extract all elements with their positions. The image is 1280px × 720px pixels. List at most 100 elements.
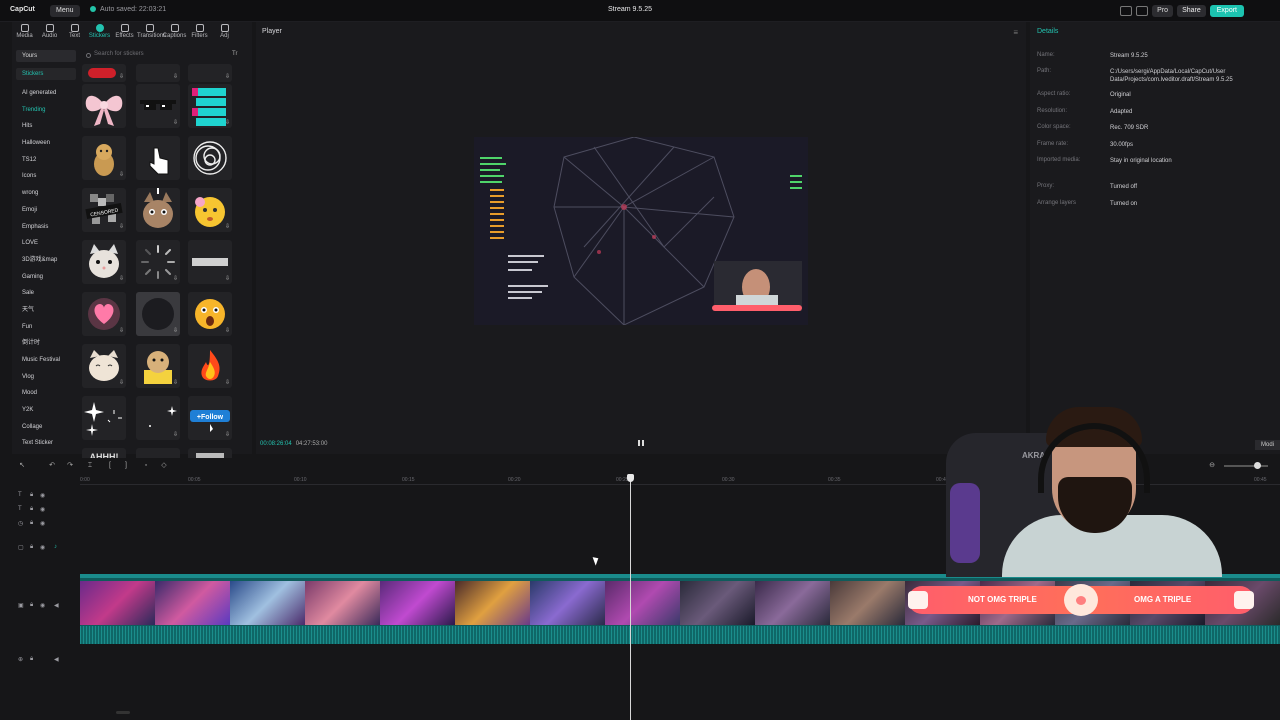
audio-track-icon: ⊕ — [18, 657, 24, 663]
lock-icon[interactable]: 🔒︎ — [30, 602, 33, 609]
sticker-dog[interactable]: ⇩ — [82, 136, 126, 180]
sticker-cyan-labels[interactable]: ⇩ — [188, 84, 232, 128]
export-button[interactable]: Export — [1209, 5, 1244, 17]
audio-icon[interactable]: ♪ — [54, 544, 57, 550]
tab-captions[interactable]: Captions — [162, 22, 187, 44]
sticker-flushed-emoji[interactable]: ⇩ — [188, 188, 232, 232]
sticker-pink-bow[interactable] — [82, 84, 126, 128]
eye-icon[interactable]: ◉ — [40, 492, 45, 499]
select-tool-icon[interactable]: ↖ — [18, 462, 26, 470]
sticker-cat[interactable] — [136, 188, 180, 232]
pro-button[interactable]: Pro — [1152, 5, 1174, 17]
modify-button[interactable]: Modi — [1254, 440, 1280, 450]
category-item[interactable]: LOVE — [12, 235, 80, 252]
speaker-icon[interactable]: ◀ — [54, 656, 59, 663]
sticker-twinkle[interactable]: ⇩ — [136, 396, 180, 440]
player-menu-icon[interactable]: ≡ — [1013, 28, 1018, 37]
delete-icon[interactable]: ▫ — [142, 462, 150, 470]
sticker-censored[interactable]: CENSORED ⇩ — [82, 188, 126, 232]
category-item[interactable]: 天气 — [12, 302, 80, 319]
sticker-fire[interactable]: ⇩ — [188, 344, 232, 388]
tab-transitions[interactable]: Transitions — [137, 22, 166, 44]
sticker-cat-face[interactable]: ⇩ — [82, 344, 126, 388]
category-item[interactable]: wrong — [12, 185, 80, 202]
tab-adjustment[interactable]: Adj — [212, 22, 237, 44]
pause-icon[interactable] — [638, 440, 644, 446]
tab-filters[interactable]: Filters — [187, 22, 212, 44]
menu-button[interactable]: Menu — [50, 5, 80, 17]
lock-icon[interactable]: 🔒︎ — [30, 520, 33, 527]
category-item[interactable]: Fun — [12, 319, 80, 336]
banner-right-cap — [1234, 591, 1254, 609]
tab-effects[interactable]: Effects — [112, 22, 137, 44]
category-item[interactable]: Vlog — [12, 369, 80, 386]
zoom-slider[interactable] — [1224, 462, 1268, 469]
timeline-scrollbar[interactable] — [116, 711, 130, 714]
category-item[interactable]: Emphasis — [12, 219, 80, 236]
sticker-tape[interactable]: ⇩ — [188, 240, 232, 284]
category-item[interactable]: Music Festival — [12, 352, 80, 369]
category-item[interactable]: Hits — [12, 118, 80, 135]
category-item[interactable]: Collage — [12, 419, 80, 436]
lock-icon[interactable]: 🔒︎ — [30, 492, 33, 499]
video-preview[interactable] — [474, 137, 808, 325]
category-item[interactable]: 3D游戏&map — [12, 252, 80, 269]
category-item[interactable]: Emoji — [12, 202, 80, 219]
eye-icon[interactable]: ◉ — [40, 506, 45, 513]
tab-audio[interactable]: Audio — [37, 22, 62, 44]
speaker-icon[interactable]: ◀ — [54, 602, 59, 609]
shortcut-icon[interactable] — [1136, 6, 1149, 16]
thumbnail — [305, 581, 380, 625]
split-right-icon[interactable]: ] — [122, 462, 130, 470]
split-left-icon[interactable]: [ — [106, 462, 114, 470]
sticker-search-input[interactable]: Search for stickers — [84, 51, 224, 61]
sticker-follow-button[interactable]: +Follow ⇩ — [188, 396, 232, 440]
category-item[interactable]: Mood — [12, 385, 80, 402]
category-item-active[interactable]: Trending — [12, 102, 80, 119]
undo-icon[interactable]: ↶ — [48, 462, 56, 470]
lock-icon[interactable]: 🔒︎ — [30, 506, 33, 513]
category-item[interactable]: 倒计时 — [12, 335, 80, 352]
sticker-shocked-emoji[interactable]: ⇩ — [188, 292, 232, 336]
category-item[interactable]: AI generated — [12, 85, 80, 102]
yours-dropdown[interactable]: Yours — [16, 50, 76, 62]
filter-dropdown[interactable]: Tr — [232, 51, 237, 57]
playhead-line[interactable] — [630, 474, 631, 720]
sticker-scribble[interactable] — [188, 136, 232, 180]
sticker-dark-burst[interactable]: ⇩ — [136, 292, 180, 336]
sticker-doge[interactable]: ⇩ — [136, 344, 180, 388]
category-item[interactable]: Halloween — [12, 135, 80, 152]
main-video-clip[interactable]: NOT OMG TRIPLE OMG A TRIPLE — [80, 574, 1280, 644]
sticker-pixel-glasses[interactable]: ⇩ — [136, 84, 180, 128]
sticker-hand-cursor[interactable] — [136, 136, 180, 180]
eye-icon[interactable]: ◉ — [40, 602, 45, 609]
category-item[interactable]: Gaming — [12, 269, 80, 286]
playhead-handle[interactable] — [627, 474, 634, 482]
split-icon[interactable]: ⌶ — [86, 462, 94, 470]
category-item[interactable]: Y2K — [12, 402, 80, 419]
sticker-blank[interactable]: ⇩ — [188, 64, 232, 82]
sticker-loading-spinner[interactable]: ⇩ — [136, 240, 180, 284]
caption-banner[interactable]: NOT OMG TRIPLE OMG A TRIPLE — [908, 584, 1254, 616]
category-item[interactable]: Icons — [12, 168, 80, 185]
sticker-white-cat[interactable]: ⇩ — [82, 240, 126, 284]
eye-icon[interactable]: ◉ — [40, 520, 45, 527]
category-item[interactable]: TS12 — [12, 152, 80, 169]
tab-stickers[interactable]: Stickers — [87, 22, 112, 44]
lock-icon[interactable]: 🔒︎ — [30, 656, 33, 663]
sticker-glow-heart[interactable]: ⇩ — [82, 292, 126, 336]
category-item[interactable]: Text Sticker — [12, 435, 80, 452]
sticker-blank[interactable]: ⇩ — [136, 64, 180, 82]
marker-icon[interactable]: ◇ — [160, 462, 168, 470]
redo-icon[interactable]: ↷ — [66, 462, 74, 470]
share-button[interactable]: Share — [1177, 5, 1206, 17]
sticker-red[interactable]: ⇩ — [82, 64, 126, 82]
lock-icon[interactable]: 🔒︎ — [30, 544, 33, 551]
stickers-section[interactable]: Stickers — [16, 68, 76, 80]
eye-icon[interactable]: ◉ — [40, 544, 45, 551]
layout-icon[interactable] — [1120, 6, 1133, 16]
sticker-sparkles[interactable] — [82, 396, 126, 440]
tab-text[interactable]: Text — [62, 22, 87, 44]
tab-media[interactable]: Media — [12, 22, 37, 44]
category-item[interactable]: Sale — [12, 285, 80, 302]
